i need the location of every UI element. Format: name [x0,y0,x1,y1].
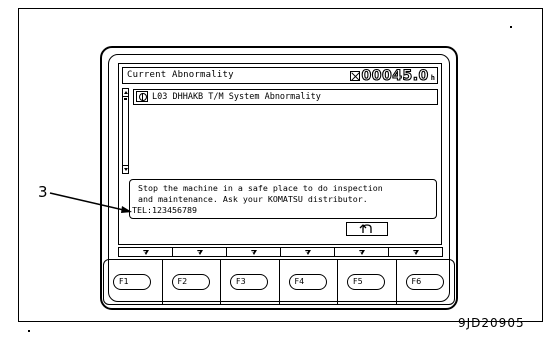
figure-id: 9JD20905 [458,316,525,330]
corner-mark [510,26,512,28]
corner-mark [28,330,30,332]
callout-leader-line [49,192,132,213]
